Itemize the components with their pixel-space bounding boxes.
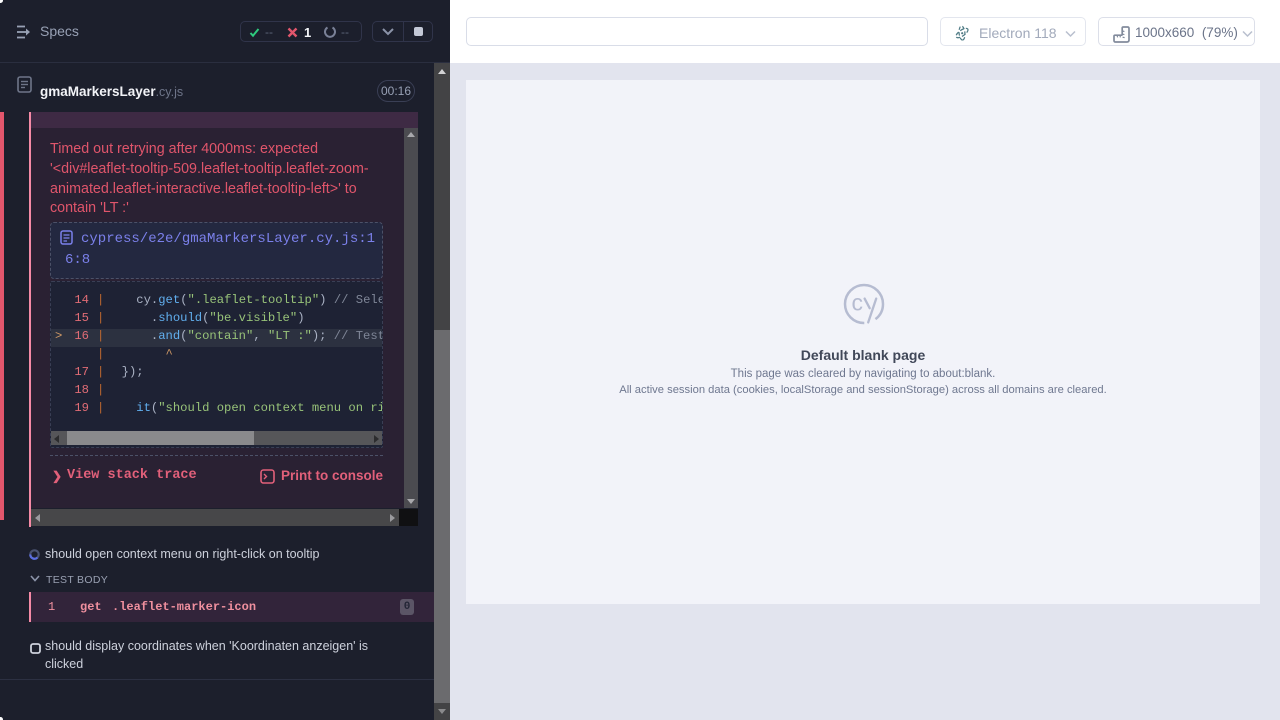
svg-text:c: c	[852, 290, 864, 316]
